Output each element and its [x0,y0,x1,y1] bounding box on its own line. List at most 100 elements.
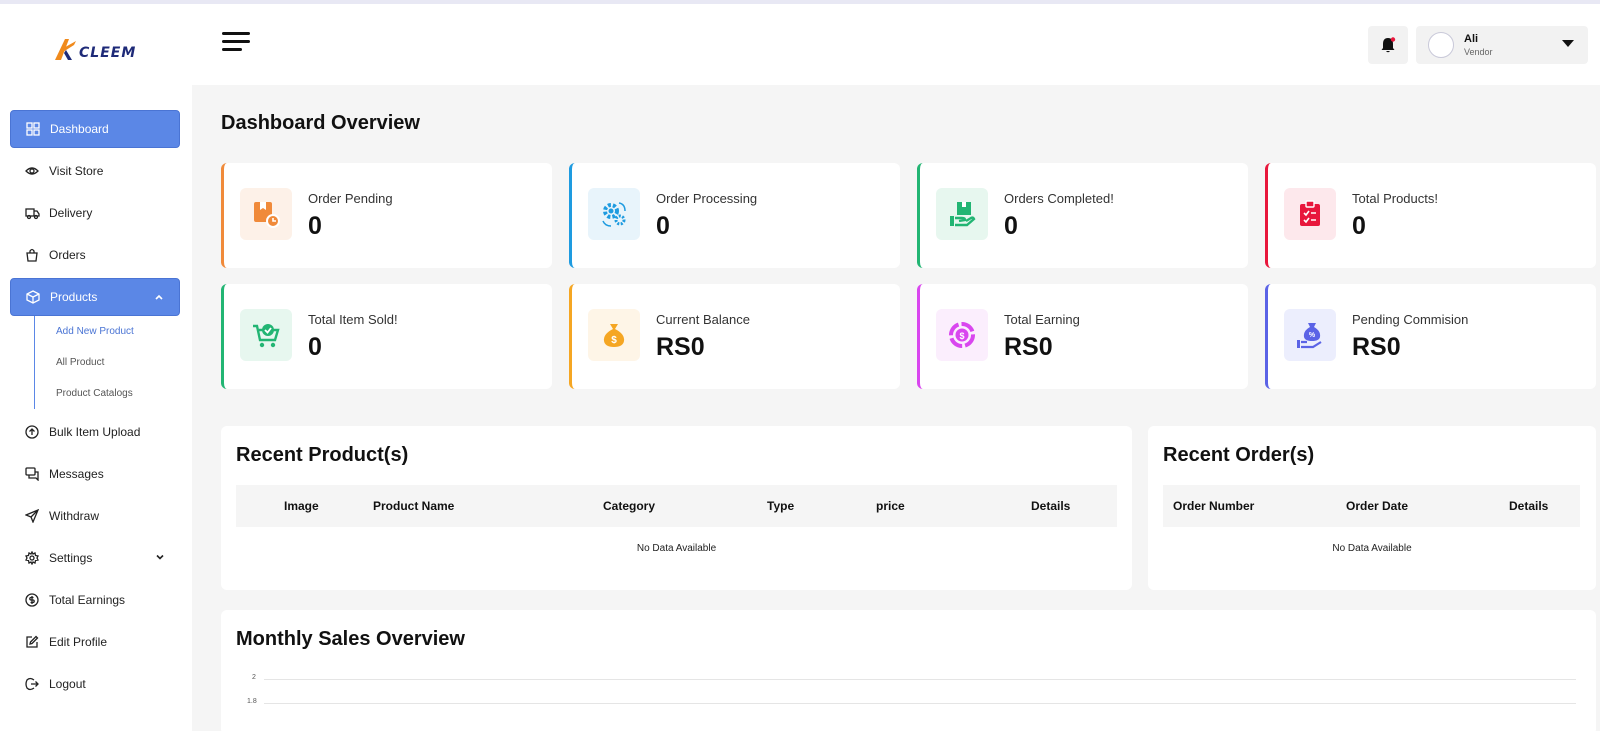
edit-icon [24,634,40,650]
recent-orders-title: Recent Order(s) [1163,444,1315,466]
chat-icon [24,466,40,482]
recent-products-panel: Recent Product(s) Image Product Name Cat… [221,426,1132,590]
column-header-details: Details [1031,499,1071,513]
page-title: Dashboard Overview [221,112,420,134]
stat-label: Total Earning [1004,312,1080,327]
stat-value: RS0 [1004,333,1053,361]
stat-card-total-products: Total Products! 0 [1265,163,1596,268]
column-header-details: Details [1509,499,1549,513]
monthly-sales-title: Monthly Sales Overview [236,628,465,650]
svg-text:$: $ [959,331,964,341]
dollar-circle-icon: $ [936,309,988,361]
sidebar-item-settings[interactable]: Settings [10,539,180,577]
user-role: Vendor [1464,47,1493,57]
top-header: Ali Vendor [192,4,1600,85]
y-gridline [264,703,1576,704]
gear-icon [24,550,40,566]
caret-down-icon [1562,40,1574,47]
sidebar-item-delivery[interactable]: Delivery [10,194,180,232]
eye-icon [24,163,40,179]
sidebar-item-dashboard[interactable]: Dashboard [10,110,180,148]
bag-icon [24,247,40,263]
sidebar-item-messages[interactable]: Messages [10,455,180,493]
sidebar-item-bulk-item-upload[interactable]: Bulk Item Upload [10,413,180,451]
sidebar-item-label: Delivery [49,206,93,220]
logo[interactable]: CLEEM [52,34,136,64]
submenu-product-catalogs[interactable]: Product Catalogs [56,378,180,409]
bell-icon [1381,37,1396,53]
stat-value: 0 [656,212,670,240]
stat-label: Total Item Sold! [308,312,398,327]
sidebar-item-logout[interactable]: Logout [10,665,180,703]
column-header-image: Image [284,499,319,513]
user-menu[interactable]: Ali Vendor [1416,26,1588,64]
svg-text:$: $ [611,335,617,346]
sidebar-item-total-earnings[interactable]: Total Earnings [10,581,180,619]
stat-card-total-item-sold: Total Item Sold! 0 [221,284,552,389]
sidebar-item-label: Messages [49,467,104,481]
stat-card-order-pending: Order Pending 0 [221,163,552,268]
column-header-type: Type [767,499,795,513]
stat-value: 0 [308,212,322,240]
y-gridline [264,679,1576,680]
chevron-down-icon [156,554,164,560]
grid-icon [25,121,41,137]
package-clock-icon [240,188,292,240]
logo-mark-icon [55,39,76,60]
monthly-sales-panel: Monthly Sales Overview 2 1.8 [221,610,1596,731]
clipboard-check-icon [1284,188,1336,240]
sidebar-item-label: Logout [49,677,86,691]
gears-icon [588,188,640,240]
stat-card-order-processing: Order Processing 0 [569,163,900,268]
hand-money-bag-icon: % [1284,309,1336,361]
empty-state-text: No Data Available [636,543,717,554]
sidebar-item-label: Total Earnings [49,593,126,607]
products-submenu: Add New Product All Product Product Cata… [34,316,180,409]
sidebar-item-products[interactable]: Products [10,278,180,316]
truck-icon [24,205,40,221]
send-icon [24,508,40,524]
recent-orders-panel: Recent Order(s) Order Number Order Date … [1148,426,1596,590]
recent-products-title: Recent Product(s) [236,444,409,466]
stat-label: Current Balance [656,312,750,327]
hamburger-menu-icon[interactable] [222,32,250,56]
user-name: Ali [1464,33,1479,45]
column-header-price: price [876,499,905,513]
stat-value: RS0 [1352,333,1401,361]
sidebar-item-withdraw[interactable]: Withdraw [10,497,180,535]
stat-value: 0 [1352,212,1366,240]
stat-card-current-balance: $ Current Balance RS0 [569,284,900,389]
upload-icon [24,424,40,440]
avatar [1428,32,1454,58]
box-icon [25,289,41,305]
logo-text: CLEEM [79,45,137,61]
column-header-order-date: Order Date [1346,499,1409,513]
chevron-up-icon [155,294,163,300]
stat-label: Order Pending [308,191,393,206]
notifications-button[interactable] [1368,26,1408,64]
sidebar-item-edit-profile[interactable]: Edit Profile [10,623,180,661]
logout-icon [24,676,40,692]
stat-label: Total Products! [1352,191,1438,206]
sidebar: CLEEM Dashboard Visit Store Delivery Ord… [0,4,192,731]
stat-value: 0 [308,333,322,361]
sidebar-item-label: Visit Store [49,164,104,178]
sidebar-item-orders[interactable]: Orders [10,236,180,274]
sidebar-nav: Dashboard Visit Store Delivery Orders Pr… [10,110,180,707]
money-bag-icon: $ [588,309,640,361]
svg-text:%: % [1309,332,1316,339]
stat-value: 0 [1004,212,1018,240]
sidebar-item-label: Withdraw [49,509,100,523]
stat-label: Pending Commision [1352,312,1469,327]
stat-card-total-earning: $ Total Earning RS0 [917,284,1248,389]
sidebar-item-visit-store[interactable]: Visit Store [10,152,180,190]
column-header-product-name: Product Name [373,499,455,513]
sidebar-item-label: Edit Profile [49,635,108,649]
coin-icon [24,592,40,608]
submenu-add-new-product[interactable]: Add New Product [56,316,180,347]
stat-card-orders-completed: Orders Completed! 0 [917,163,1248,268]
submenu-all-product[interactable]: All Product [56,347,180,378]
stat-card-pending-commision: % Pending Commision RS0 [1265,284,1596,389]
recent-products-table-header: Image Product Name Category Type price D… [236,485,1117,527]
hand-box-icon [936,188,988,240]
